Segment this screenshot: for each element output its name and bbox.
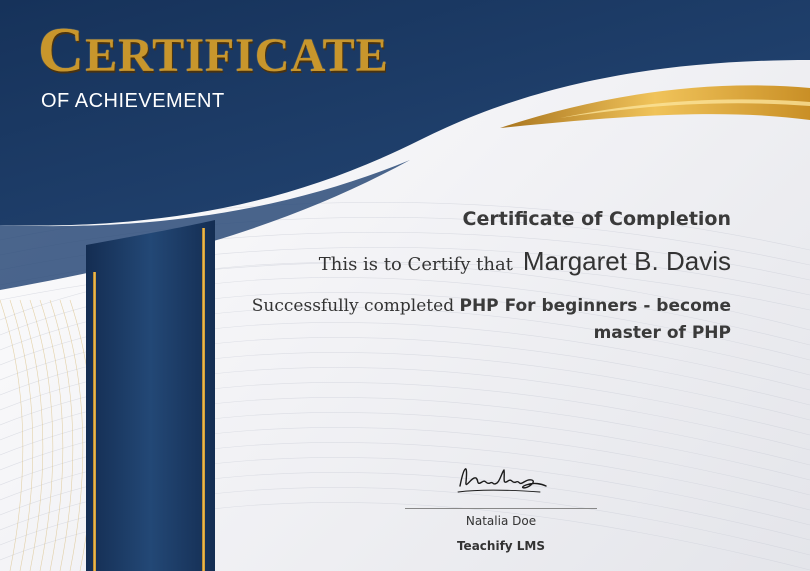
course-statement: Successfully completed PHP For beginners… <box>231 293 731 347</box>
recipient-name: Margaret B. Davis <box>522 246 731 276</box>
certify-line: This is to Certify that Margaret B. Davis <box>319 246 731 277</box>
certificate-title-initial: C <box>38 14 86 85</box>
certificate-title-rest: ERTIFICATE <box>85 29 389 82</box>
course-name: PHP For beginners - become master of PHP <box>459 296 732 343</box>
signature-line <box>405 508 597 509</box>
signature <box>457 468 547 493</box>
signer-name: Natalia Doe <box>465 514 537 528</box>
completed-label: Successfully completed <box>251 296 455 316</box>
certify-label: This is to Certify that <box>318 254 513 275</box>
completion-heading: Certificate of Completion <box>462 208 731 230</box>
certificate-subtitle: OF ACHIEVEMENT <box>41 90 225 112</box>
certificate: CERTIFICATE OF ACHIEVEMENT Certificate o… <box>0 0 810 571</box>
certificate-background <box>0 0 810 571</box>
certificate-title: CERTIFICATE <box>38 18 389 82</box>
organization-name: Teachify LMS <box>456 539 546 553</box>
